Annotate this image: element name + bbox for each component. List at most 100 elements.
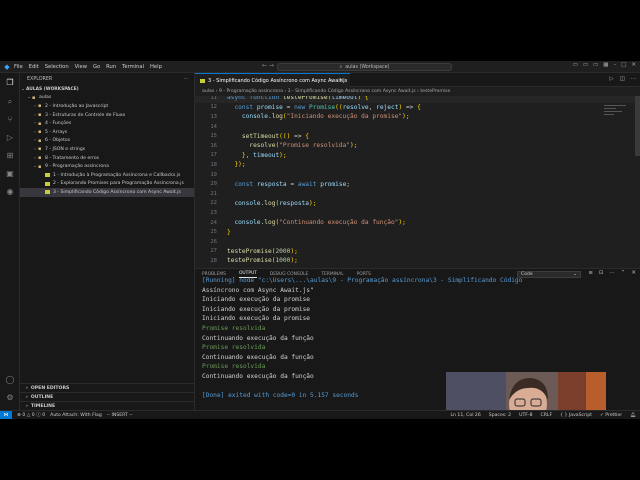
code-line[interactable]: 14 xyxy=(195,122,635,132)
command-center[interactable]: ⌕ aulas (Workspace) xyxy=(277,63,452,71)
code-line[interactable]: 18 }); xyxy=(195,160,635,170)
code-line[interactable]: 24 console.log("Continuando execução da … xyxy=(195,218,635,228)
folder-item[interactable]: › ▪ 7 - JSON e strings xyxy=(20,145,194,154)
layout-icon[interactable]: ▦ xyxy=(603,62,608,68)
layout-icon[interactable]: ▭ xyxy=(593,62,598,68)
search-icon[interactable]: ⌕ xyxy=(4,97,16,107)
menu-help[interactable]: Help xyxy=(150,64,162,70)
more-actions-icon[interactable]: ··· xyxy=(183,77,188,82)
code-line[interactable]: 21 xyxy=(195,189,635,199)
line-number: 25 xyxy=(210,229,217,236)
menu-file[interactable]: File xyxy=(14,64,23,70)
account-icon[interactable]: ◯ xyxy=(4,375,16,385)
line-number: 19 xyxy=(210,171,217,178)
workspace-root[interactable]: ⌄ AULAS (WORKSPACE) xyxy=(20,85,194,94)
formatter-status[interactable]: ✓ Prettier xyxy=(600,413,622,418)
code-text: console.log("Iniciando execução da promi… xyxy=(241,113,410,121)
output-line: [Running] node "c:\Users\...\aulas\9 - P… xyxy=(202,277,523,284)
code-line[interactable]: 16 resolve("Promise resolvida"); xyxy=(195,141,635,151)
breadcrumb-path[interactable]: aulas › 9 - Programação assíncrona › 3 -… xyxy=(202,89,450,94)
code-text: resolve("Promise resolvida"); xyxy=(249,142,358,150)
code-line[interactable]: 28 testePromise(1000); xyxy=(195,256,635,266)
language-mode[interactable]: { } JavaScript xyxy=(560,413,592,418)
menu-view[interactable]: View xyxy=(75,64,87,70)
close-icon[interactable]: ✕ xyxy=(631,62,636,68)
info-icon: ⓘ xyxy=(36,413,41,418)
code-line[interactable]: 27 testePromise(2000); xyxy=(195,247,635,257)
code-line[interactable]: 20 const resposta = await promise; xyxy=(195,179,635,189)
menu-go[interactable]: Go xyxy=(93,64,100,70)
code-line[interactable]: 22 console.log(resposta); xyxy=(195,199,635,209)
encoding[interactable]: UTF-8 xyxy=(519,413,532,418)
code-line[interactable]: 12 const promise = new Promise((resolve,… xyxy=(195,103,635,113)
code-text: console.log("Continuando execução da fun… xyxy=(234,219,406,227)
layout-icon[interactable]: ▭ xyxy=(573,62,578,68)
source-control-icon[interactable]: ⑂ xyxy=(4,115,16,125)
code-line[interactable]: 17 }, timeout); xyxy=(195,151,635,161)
line-number: 18 xyxy=(210,161,217,168)
code-line[interactable]: 15 setTimeout(() => { xyxy=(195,131,635,141)
extensions-icon[interactable]: ⊞ xyxy=(4,151,16,161)
folder-item[interactable]: › ▪ 2 - Introdução ao Javascript xyxy=(20,102,194,111)
code-line[interactable]: 26 xyxy=(195,237,635,247)
menu-selection[interactable]: Selection xyxy=(45,64,69,70)
explorer-icon[interactable]: ❐ xyxy=(4,78,16,88)
close-icon[interactable]: ✕ xyxy=(631,270,636,276)
section-outline[interactable]: › OUTLINE xyxy=(20,392,195,401)
file-item-active[interactable]: 3 - Simplificando Código Assíncrono com … xyxy=(20,188,194,197)
run-debug-icon[interactable]: ▷ xyxy=(4,133,16,143)
section-timeline[interactable]: › TIMELINE xyxy=(20,401,195,410)
folder-item[interactable]: › ▪ 3 - Estruturas de Controle de Fluxo xyxy=(20,111,194,120)
run-icon[interactable]: ▷ xyxy=(609,76,613,82)
section-label: TIMELINE xyxy=(30,403,56,409)
menu-run[interactable]: Run xyxy=(106,64,116,70)
tab-active-file[interactable]: 3 - Simplificando Código Assíncrono com … xyxy=(195,73,350,87)
js-file-icon xyxy=(45,173,50,178)
problems-status[interactable]: ⊗ 0 △ 0 ⓘ 0 xyxy=(17,412,45,418)
folder-item[interactable]: › ▪ 4 - Funções xyxy=(20,119,194,128)
code-line[interactable]: 19 xyxy=(195,170,635,180)
line-ending[interactable]: CRLF xyxy=(541,413,553,418)
code-editor[interactable]: 11 async function testePromise(timeout) {… xyxy=(195,96,640,268)
info-count: 0 xyxy=(42,413,46,418)
folder-item[interactable]: › ▪ 6 - Objetos xyxy=(20,137,194,146)
output-line: Iniciando execução da promise xyxy=(202,305,311,313)
file-item[interactable]: 2 - Explorando Promises para Programação… xyxy=(20,180,194,189)
code-line[interactable]: 13 console.log("Iniciando execução da pr… xyxy=(195,112,635,122)
file-item[interactable]: 1 - Introdução à Programação Assíncrona … xyxy=(20,171,194,180)
code-line[interactable]: 11 async function testePromise(timeout) { xyxy=(195,96,635,103)
remote-icon[interactable]: ⋈ xyxy=(0,410,12,419)
menu-edit[interactable]: Edit xyxy=(29,64,39,70)
minimize-icon[interactable]: – xyxy=(613,62,616,68)
menu-terminal[interactable]: Terminal xyxy=(122,64,144,70)
indentation[interactable]: Spaces: 2 xyxy=(489,413,511,418)
folder-item[interactable]: › ▪ 5 - Arrays xyxy=(20,128,194,137)
chevron-right-icon: › xyxy=(26,403,28,409)
file-label: 2 - Explorando Promises para Programação… xyxy=(53,181,184,187)
folder-item-open[interactable]: ⌄ ▪ 9 - Programação assíncrona xyxy=(20,162,194,171)
maximize-icon[interactable]: □ xyxy=(621,62,626,68)
split-editor-icon[interactable]: ◫ xyxy=(620,76,625,82)
more-actions-icon[interactable]: ··· xyxy=(631,76,636,82)
nav-arrows[interactable]: ← → xyxy=(262,62,274,69)
remote-explorer-icon[interactable]: ▣ xyxy=(4,169,16,179)
folder-aulas[interactable]: ⌄ ▪ aulas xyxy=(20,94,194,103)
vertical-scrollbar[interactable] xyxy=(635,96,640,156)
code-line[interactable]: 25} xyxy=(195,227,635,237)
layout-icon[interactable]: ▭ xyxy=(583,62,588,68)
line-number: 22 xyxy=(210,200,217,207)
auto-attach-status[interactable]: Auto Attach: With Flag xyxy=(50,413,102,418)
folder-label: 9 - Programação assíncrona xyxy=(45,164,109,170)
code-line[interactable]: 23 xyxy=(195,208,635,218)
notifications-icon[interactable]: 🔔︎ xyxy=(630,413,636,418)
code-text: testePromise(2000); xyxy=(227,247,298,255)
folder-item[interactable]: › ▪ 8 - Tratamento de erros xyxy=(20,154,194,163)
line-number: 17 xyxy=(210,152,217,159)
cursor-position[interactable]: Ln 11, Col 26 xyxy=(450,413,480,418)
close-icon[interactable]: ✕ xyxy=(339,78,344,84)
section-open-editors[interactable]: › OPEN EDITORS xyxy=(20,383,195,392)
output-line: Continuando execução da função xyxy=(202,353,314,361)
git-icon[interactable]: ◉ xyxy=(4,187,16,197)
gear-icon[interactable]: ⚙ xyxy=(4,393,16,403)
warning-count: 0 xyxy=(31,413,35,418)
